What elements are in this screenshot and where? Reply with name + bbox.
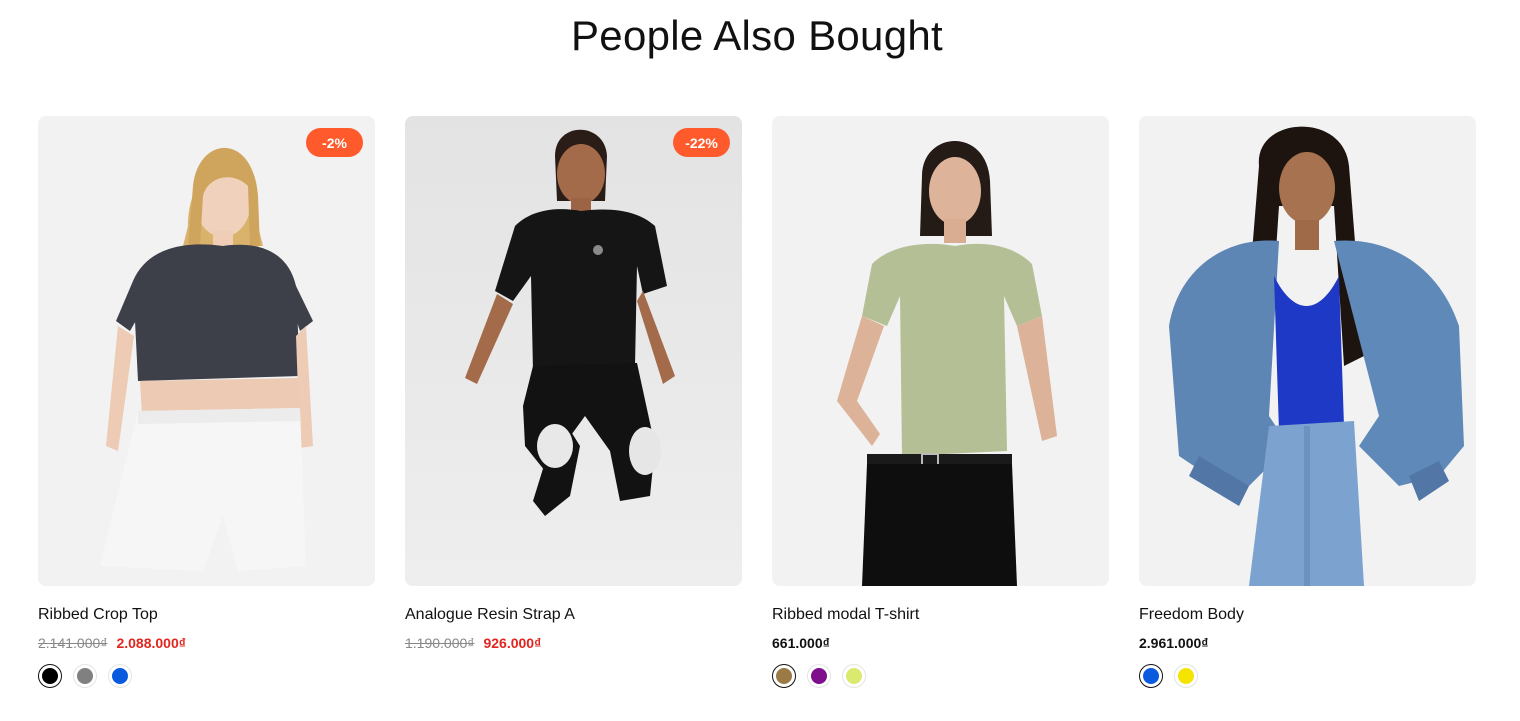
color-swatch-purple[interactable] (807, 664, 831, 688)
sale-price: 2.088.000₫ (116, 635, 186, 651)
discount-badge: -22% (673, 128, 730, 157)
color-swatch-black[interactable] (38, 664, 62, 688)
product-photo-tee-leggings (405, 116, 742, 586)
product-card[interactable]: Ribbed modal T-shirt 661.000₫ (772, 116, 1109, 706)
sale-price: 926.000₫ (483, 635, 542, 651)
product-image[interactable]: -2% (38, 116, 375, 586)
color-swatch-grey[interactable] (73, 664, 97, 688)
color-swatch-yellow[interactable] (1174, 664, 1198, 688)
color-swatch-lime[interactable] (842, 664, 866, 688)
price-row: 661.000₫ (772, 635, 830, 651)
product-image[interactable]: -22% (405, 116, 742, 586)
product-photo-freedom-body (1139, 116, 1476, 586)
color-swatch-blue[interactable] (108, 664, 132, 688)
product-price: 2.961.000₫ (1139, 635, 1209, 651)
color-swatches (1139, 664, 1198, 688)
original-price: 2.141.000₫ (38, 635, 108, 651)
product-card[interactable]: -22% Analogue Resin Strap A 1.190.000₫ 9… (405, 116, 742, 706)
product-card[interactable]: Freedom Body 2.961.000₫ (1139, 116, 1476, 706)
price-row: 1.190.000₫ 926.000₫ (405, 635, 541, 651)
color-swatch-blue[interactable] (1139, 664, 1163, 688)
product-image[interactable] (772, 116, 1109, 586)
color-swatch-brown[interactable] (772, 664, 796, 688)
section-title: People Also Bought (570, 12, 944, 59)
product-card[interactable]: -2% Ribbed Crop Top 2.141.000₫ 2.088.000… (38, 116, 375, 706)
product-image[interactable] (1139, 116, 1476, 586)
color-swatches (772, 664, 866, 688)
discount-badge: -2% (306, 128, 363, 157)
price-row: 2.961.000₫ (1139, 635, 1208, 651)
product-price: 661.000₫ (772, 635, 830, 651)
original-price: 1.190.000₫ (405, 635, 475, 651)
product-photo-ribbed-tshirt (772, 116, 1109, 586)
price-row: 2.141.000₫ 2.088.000₫ (38, 635, 186, 651)
product-title[interactable]: Ribbed Crop Top (38, 606, 158, 624)
product-title[interactable]: Analogue Resin Strap A (405, 606, 575, 624)
product-title[interactable]: Ribbed modal T-shirt (772, 606, 919, 624)
product-grid: -2% Ribbed Crop Top 2.141.000₫ 2.088.000… (38, 116, 1476, 706)
color-swatches (38, 664, 132, 688)
product-photo-crop-top (38, 116, 375, 586)
product-title[interactable]: Freedom Body (1139, 606, 1244, 624)
